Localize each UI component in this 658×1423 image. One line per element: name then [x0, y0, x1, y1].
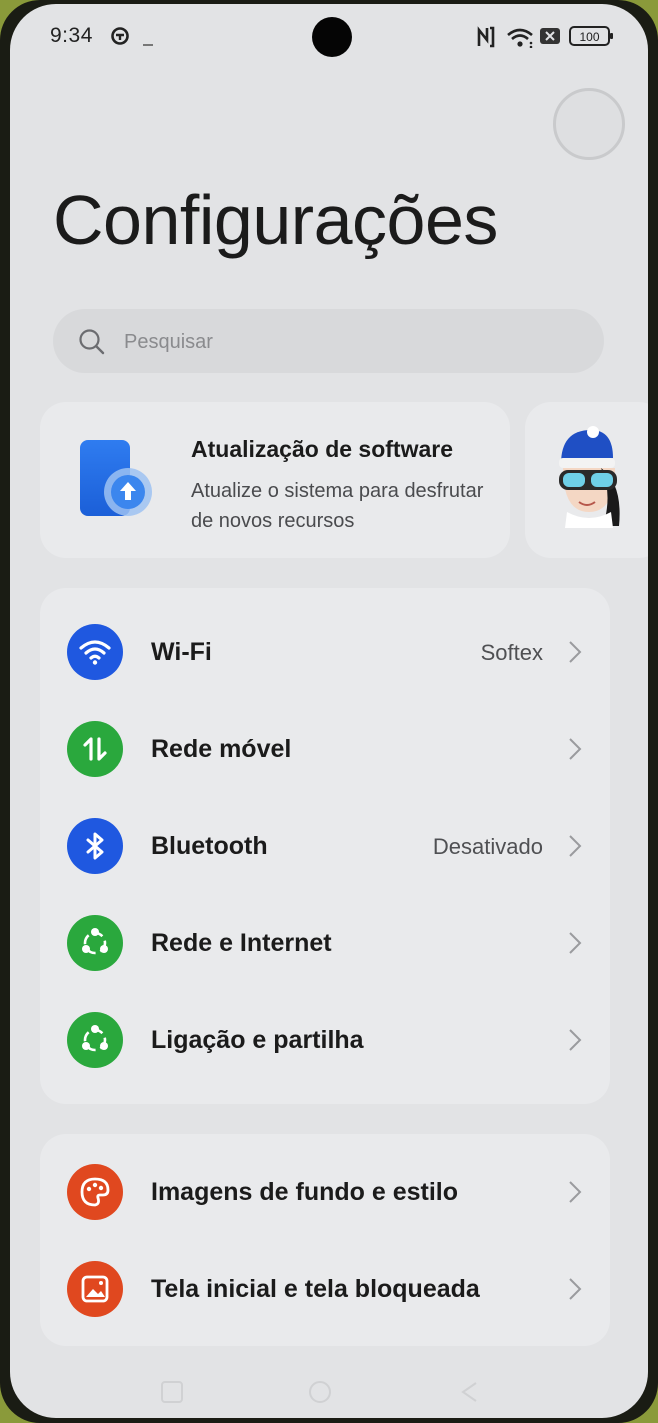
device-frame: 9:34 100 Configurações Pesquisar Atualiz…	[0, 0, 658, 1423]
settings-item-bluetooth[interactable]: Bluetooth Desativado	[40, 798, 610, 895]
mobile-data-icon	[67, 721, 123, 777]
promo-card[interactable]	[525, 402, 648, 558]
software-update-title: Atualização de software	[191, 436, 454, 462]
page-title: Configurações	[53, 181, 498, 259]
network-icon	[67, 915, 123, 971]
search-input[interactable]: Pesquisar	[53, 309, 604, 373]
bluetooth-value: Desativado	[432, 834, 543, 859]
software-update-description: Atualize o sistema para desfrutar de nov…	[191, 480, 484, 532]
wifi-status-icon	[506, 26, 534, 53]
chevron-right-icon	[568, 1277, 582, 1306]
palette-icon	[67, 1164, 123, 1220]
settings-item-mobile-network[interactable]: Rede móvel	[40, 701, 610, 798]
sim-disabled-icon	[539, 26, 561, 51]
settings-item-home-lock-screen[interactable]: Tela inicial e tela bloqueada	[40, 1241, 610, 1338]
front-camera	[312, 17, 352, 57]
bluetooth-icon	[67, 818, 123, 874]
personalization-group: Imagens de fundo e estilo Tela inicial e…	[40, 1134, 610, 1346]
connectivity-group: Wi-Fi Softex Rede móvel Bluetooth Desati…	[40, 588, 610, 1104]
chevron-right-icon	[568, 834, 582, 863]
back-button[interactable]	[458, 1380, 482, 1409]
mobile-network-label: Rede móvel	[151, 735, 292, 763]
recents-button[interactable]	[160, 1380, 184, 1409]
network-internet-label: Rede e Internet	[151, 929, 332, 957]
vpn-icon	[110, 26, 130, 51]
share-icon	[67, 1012, 123, 1068]
dash-icon	[143, 34, 155, 52]
bluetooth-label: Bluetooth	[151, 832, 268, 860]
chevron-right-icon	[568, 1180, 582, 1209]
chevron-right-icon	[568, 1028, 582, 1057]
chevron-right-icon	[568, 931, 582, 960]
settings-screen: 9:34 100 Configurações Pesquisar Atualiz…	[10, 4, 648, 1418]
settings-item-wallpaper-style[interactable]: Imagens de fundo e estilo	[40, 1144, 610, 1241]
software-update-icon	[76, 438, 156, 527]
chevron-right-icon	[568, 737, 582, 766]
settings-item-network-internet[interactable]: Rede e Internet	[40, 895, 610, 992]
connection-sharing-label: Ligação e partilha	[151, 1026, 364, 1054]
image-icon	[67, 1261, 123, 1317]
software-update-card[interactable]: Atualização de software Atualize o siste…	[40, 402, 510, 558]
status-time: 9:34	[50, 24, 93, 47]
settings-item-connection-sharing[interactable]: Ligação e partilha	[40, 992, 610, 1089]
mascot-illustration	[553, 424, 623, 533]
battery-icon: 100	[569, 25, 615, 52]
wallpaper-style-label: Imagens de fundo e estilo	[151, 1178, 458, 1206]
nfc-icon	[476, 26, 496, 53]
settings-item-wifi[interactable]: Wi-Fi Softex	[40, 604, 610, 701]
search-icon	[79, 329, 105, 355]
battery-level: 100	[579, 30, 599, 44]
account-avatar[interactable]	[553, 88, 625, 160]
wifi-value: Softex	[480, 640, 543, 665]
wifi-icon	[67, 624, 123, 680]
home-lock-screen-label: Tela inicial e tela bloqueada	[151, 1275, 480, 1303]
navigation-bar	[10, 1366, 648, 1418]
wifi-label: Wi-Fi	[151, 638, 212, 666]
search-placeholder: Pesquisar	[124, 331, 213, 353]
home-button[interactable]	[308, 1380, 332, 1409]
chevron-right-icon	[568, 640, 582, 669]
